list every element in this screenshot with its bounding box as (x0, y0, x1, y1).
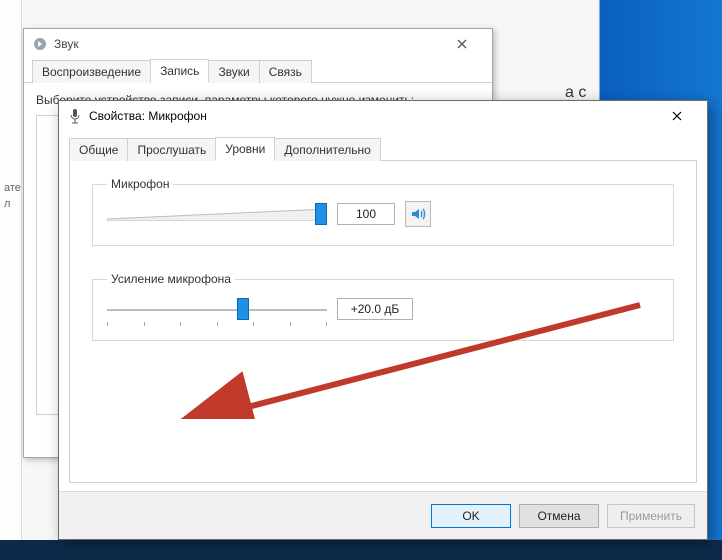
tab-listen[interactable]: Прослушать (127, 138, 216, 161)
microphone-icon (67, 108, 83, 124)
tab-recording[interactable]: Запись (150, 59, 209, 83)
mic-level-value[interactable]: 100 (337, 203, 395, 225)
ok-button[interactable]: OK (431, 504, 511, 528)
mic-mute-button[interactable] (405, 201, 431, 227)
sound-tabstrip: Воспроизведение Запись Звуки Связь (24, 59, 492, 83)
levels-tab-page: Микрофон 100 (69, 161, 697, 483)
props-tabstrip: Общие Прослушать Уровни Дополнительно (69, 137, 697, 161)
tab-advanced[interactable]: Дополнительно (274, 138, 380, 161)
mic-level-group: Микрофон 100 (92, 177, 674, 246)
mic-boost-value[interactable]: +20.0 дБ (337, 298, 413, 320)
props-window-title: Свойства: Микрофон (89, 109, 655, 123)
props-button-bar: OK Отмена Применить (59, 491, 707, 539)
tab-levels[interactable]: Уровни (215, 137, 275, 161)
tab-playback[interactable]: Воспроизведение (32, 60, 151, 83)
slider-thumb[interactable] (237, 298, 249, 320)
props-titlebar[interactable]: Свойства: Микрофон (59, 101, 707, 131)
mic-boost-slider[interactable] (107, 296, 327, 322)
sound-window-titlebar[interactable]: Звук (24, 29, 492, 59)
microphone-properties-window: Свойства: Микрофон Общие Прослушать Уров… (58, 100, 708, 540)
mic-level-slider[interactable] (107, 201, 327, 227)
mic-boost-label: Усиление микрофона (107, 272, 235, 286)
parent-app-sidebar-sliver: ате л (0, 0, 22, 540)
props-close-button[interactable] (655, 102, 699, 130)
slider-track (107, 209, 327, 221)
sound-window-title: Звук (54, 37, 440, 51)
slider-thumb[interactable] (315, 203, 327, 225)
sound-close-button[interactable] (440, 30, 484, 58)
close-icon (457, 39, 467, 49)
close-icon (672, 111, 682, 121)
mic-boost-group: Усиление микрофона +20.0 дБ (92, 272, 674, 341)
slider-ticks (107, 322, 327, 326)
mic-level-label: Микрофон (107, 177, 173, 191)
sound-icon (32, 36, 48, 52)
tab-sounds[interactable]: Звуки (208, 60, 259, 83)
speaker-icon (410, 206, 426, 222)
tab-general[interactable]: Общие (69, 138, 128, 161)
apply-button[interactable]: Применить (607, 504, 695, 528)
cancel-button[interactable]: Отмена (519, 504, 599, 528)
slider-track (107, 304, 327, 316)
tab-communications[interactable]: Связь (259, 60, 312, 83)
